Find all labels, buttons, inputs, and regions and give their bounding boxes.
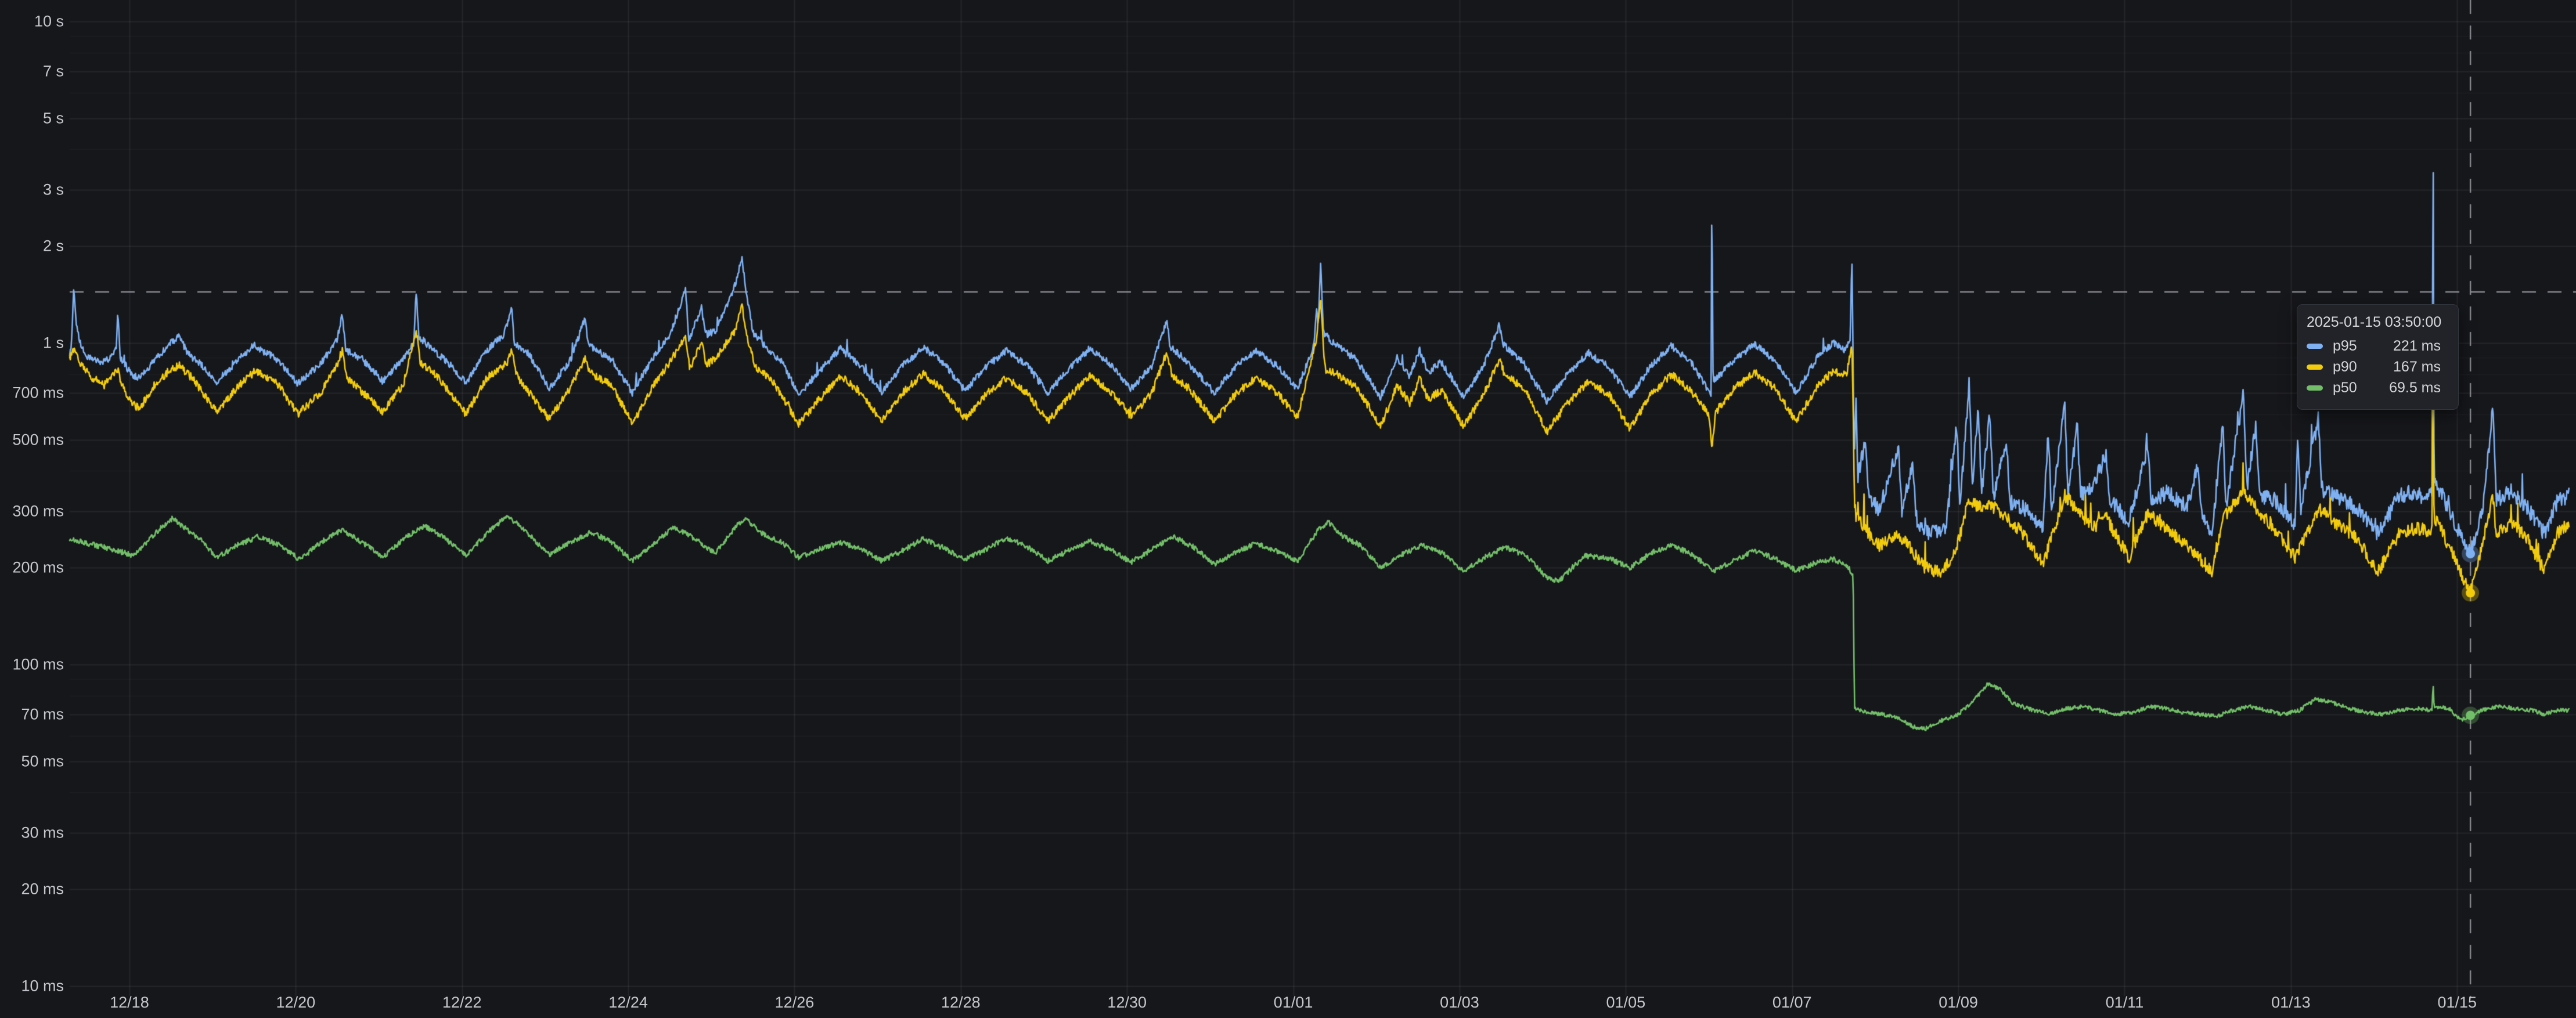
latency-percentiles-panel: 10 s 7 s 5 s 3 s 2 s 1 s 700 ms 500 ms 300 ms 200… xyxy=(0,0,2576,1018)
x-axis-label: 12/20 xyxy=(276,994,316,1012)
x-axis-label: 12/18 xyxy=(110,994,149,1012)
y-axis-label: 50 ms xyxy=(21,752,64,770)
x-axis-label: 12/26 xyxy=(775,994,815,1012)
x-axis-label: 01/03 xyxy=(1440,994,1479,1012)
x-axis-label: 12/28 xyxy=(941,994,981,1012)
x-axis-label: 01/05 xyxy=(1606,994,1646,1012)
x-axis-label: 12/22 xyxy=(442,994,482,1012)
x-axis-label: 01/09 xyxy=(1939,994,1978,1012)
p50-series-color-pill xyxy=(2307,385,2323,391)
y-axis-label: 100 ms xyxy=(12,655,64,673)
y-axis-label: 10 ms xyxy=(21,977,64,995)
y-axis-label: 5 s xyxy=(43,109,64,127)
tooltip-series-label: p90 xyxy=(2333,359,2357,376)
x-axis-label: 01/11 xyxy=(2106,994,2144,1012)
y-axis-label: 70 ms xyxy=(21,705,64,723)
tooltip-series-label: p50 xyxy=(2333,380,2357,396)
y-axis-label: 3 s xyxy=(43,181,64,198)
x-axis-label: 01/15 xyxy=(2437,994,2477,1012)
tooltip-series-value: 69.5 ms xyxy=(2389,380,2441,396)
y-axis-label: 20 ms xyxy=(21,880,64,898)
tooltip-timestamp: 2025-01-15 03:50:00 xyxy=(2297,305,2458,335)
y-axis-label: 10 s xyxy=(34,12,64,30)
y-axis-label: 300 ms xyxy=(12,502,64,520)
chart-tooltip: 2025-01-15 03:50:00 p95 221 ms p90 167 m… xyxy=(2297,304,2459,410)
y-axis-label: 2 s xyxy=(43,237,64,255)
tooltip-row-p50: p50 69.5 ms xyxy=(2297,377,2458,398)
y-axis-label: 700 ms xyxy=(12,384,64,402)
tooltip-row-p90: p90 167 ms xyxy=(2297,356,2458,377)
tooltip-row-p95: p95 221 ms xyxy=(2297,335,2458,356)
tooltip-series-value: 221 ms xyxy=(2393,338,2441,355)
x-axis-label: 01/01 xyxy=(1274,994,1313,1012)
y-axis-label: 200 ms xyxy=(12,559,64,577)
y-axis-label: 7 s xyxy=(43,62,64,80)
tooltip-series-label: p95 xyxy=(2333,338,2357,355)
latency-chart-canvas[interactable] xyxy=(0,0,2576,1018)
x-axis-label: 12/30 xyxy=(1107,994,1147,1012)
y-axis-label: 30 ms xyxy=(21,824,64,842)
x-axis-label: 01/07 xyxy=(1772,994,1812,1012)
y-axis-label: 1 s xyxy=(43,334,64,352)
p95-series-color-pill xyxy=(2307,344,2323,349)
tooltip-series-value: 167 ms xyxy=(2393,359,2441,376)
y-axis-label: 500 ms xyxy=(12,431,64,449)
x-axis-label: 01/13 xyxy=(2271,994,2311,1012)
p90-series-color-pill xyxy=(2307,364,2323,370)
x-axis-label: 12/24 xyxy=(608,994,648,1012)
